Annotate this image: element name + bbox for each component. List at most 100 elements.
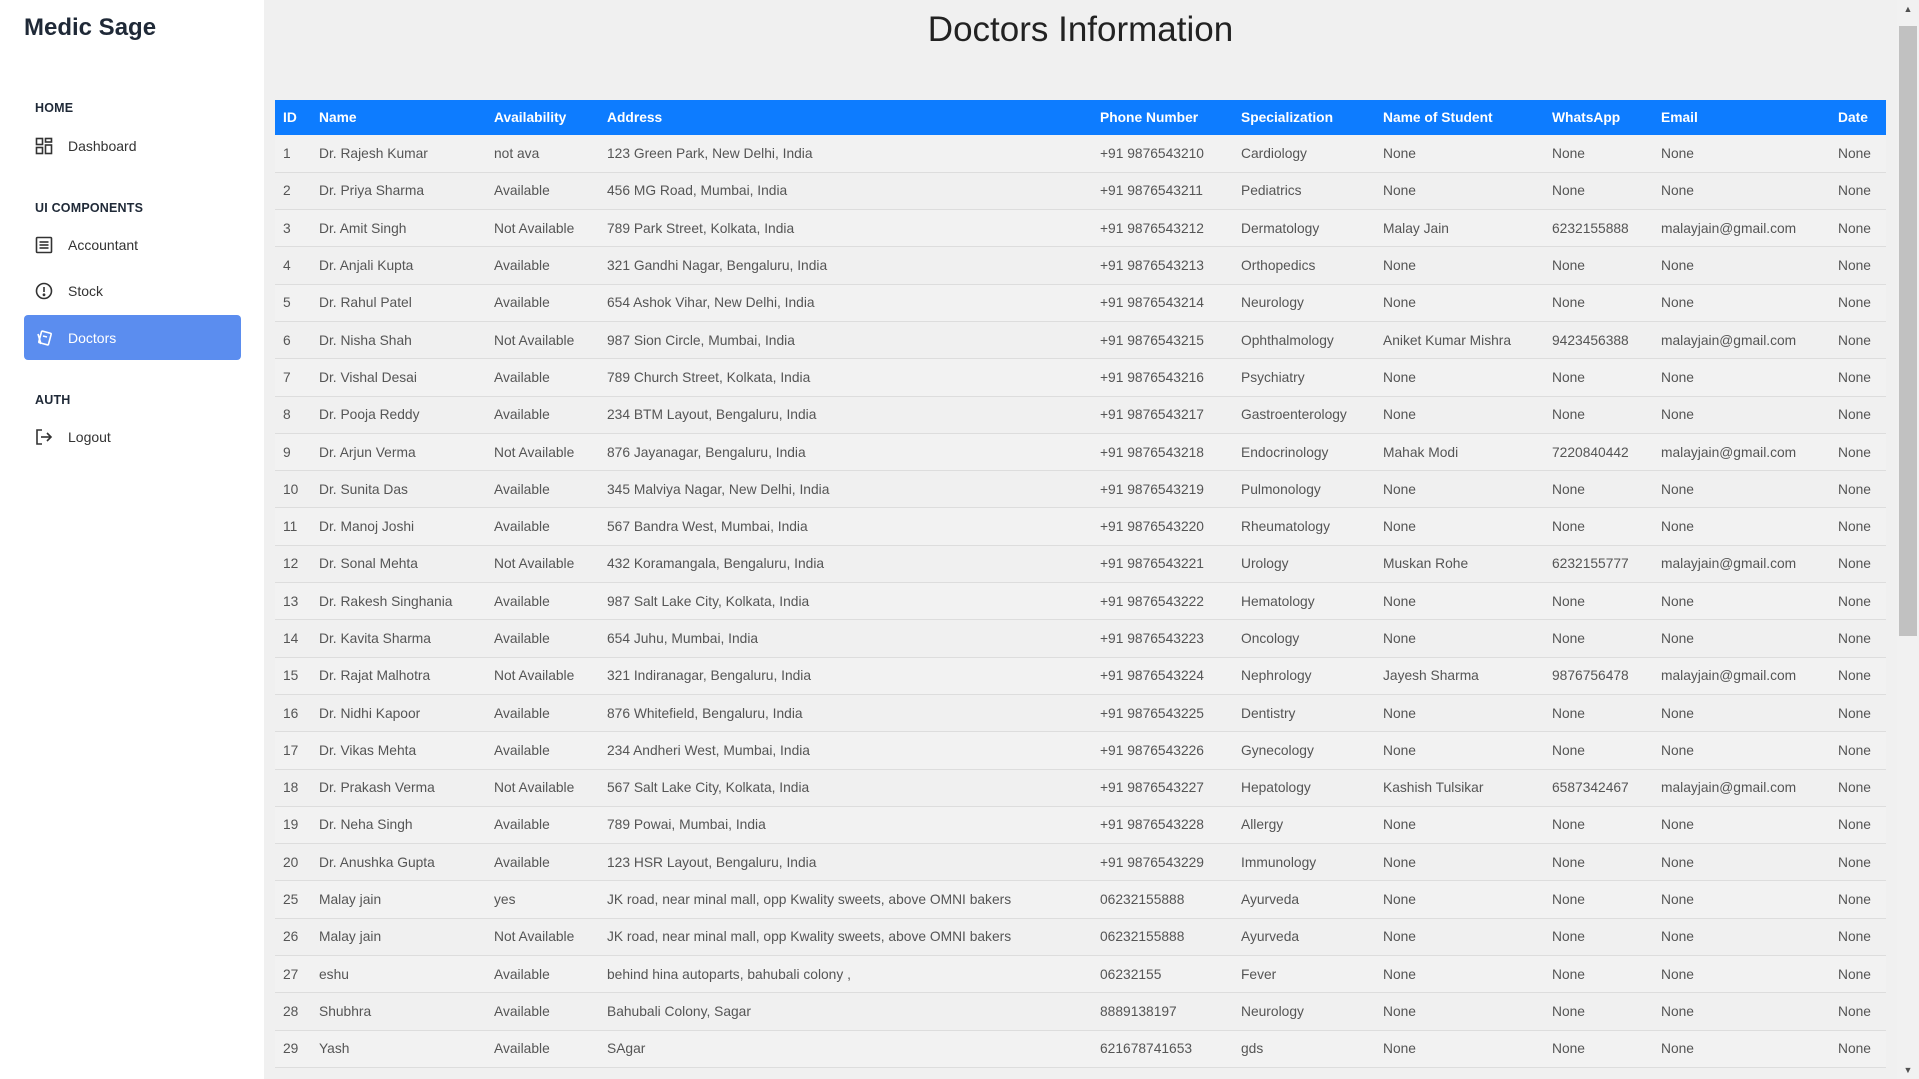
cell-id: 13: [275, 582, 311, 621]
cell-student: None: [1375, 731, 1544, 770]
cell-phone: +91 9876543210: [1092, 135, 1233, 173]
cell-specialization: Rheumatology: [1233, 507, 1375, 546]
cell-specialization: Hematology: [1233, 582, 1375, 621]
scrollbar-thumb[interactable]: [1899, 26, 1917, 636]
cell-student: None: [1375, 358, 1544, 397]
cell-address: 123 Green Park, New Delhi, India: [599, 135, 1092, 173]
cell-phone: +91 9876543211: [1092, 172, 1233, 211]
cell-date: None: [1830, 880, 1886, 919]
cell-availability: Available: [486, 992, 599, 1031]
column-header-student: Name of Student: [1383, 110, 1493, 125]
cell-phone: +91 9876543227: [1092, 769, 1233, 807]
cell-whatsapp: None: [1544, 582, 1653, 621]
cell-student: None: [1375, 843, 1544, 882]
cell-date: None: [1830, 433, 1886, 472]
cell-student: None: [1375, 992, 1544, 1031]
column-header-address: Address: [607, 110, 663, 125]
cell-availability: Available: [486, 507, 599, 546]
section-label-home: HOME: [35, 101, 74, 115]
cell-name: Dr. Anushka Gupta: [311, 843, 486, 882]
table-row: 9 Dr. Arjun Verma Not Available 876 Jayanag…: [275, 433, 1886, 472]
cell-student: None: [1375, 135, 1544, 173]
cell-availability: Available: [486, 470, 599, 509]
cell-date: None: [1830, 582, 1886, 621]
cell-address: 456 MG Road, Mumbai, India: [599, 172, 1092, 211]
cell-whatsapp: None: [1544, 358, 1653, 397]
cell-address: Bahubali Colony, Sagar: [599, 992, 1092, 1031]
sidebar-item-doctors[interactable]: Doctors: [24, 315, 241, 360]
sidebar-item-accountant[interactable]: Accountant: [24, 222, 241, 267]
cell-id: 27: [275, 955, 311, 994]
cell-name: Dr. Sunita Das: [311, 470, 486, 509]
sidebar-item-stock[interactable]: Stock: [24, 268, 241, 313]
table-row: 2 Dr. Priya Sharma Available 456 MG Road, M…: [275, 172, 1886, 211]
cell-student: None: [1375, 694, 1544, 733]
cell-student: Aniket Kumar Mishra: [1375, 321, 1544, 360]
cell-phone: 8889138197: [1092, 992, 1233, 1031]
scroll-up-arrow-icon[interactable]: ▲: [1897, 0, 1919, 18]
cell-phone: +91 9876543218: [1092, 433, 1233, 472]
cell-whatsapp: 9876756478: [1544, 657, 1653, 695]
cell-availability: not ava: [486, 135, 599, 173]
table-row: 18 Dr. Prakash Verma Not Available 567 Salt…: [275, 769, 1886, 807]
cell-email: None: [1653, 470, 1830, 509]
table-row: 6 Dr. Nisha Shah Not Available 987 Sion Cir…: [275, 321, 1886, 360]
table-body: 1 Dr. Rajesh Kumar not ava 123 Green Park, …: [275, 135, 1886, 1068]
cell-id: 1: [275, 135, 311, 173]
cell-student: None: [1375, 806, 1544, 845]
cell-id: 25: [275, 880, 311, 919]
cell-address: 789 Powai, Mumbai, India: [599, 806, 1092, 845]
cell-date: None: [1830, 657, 1886, 695]
cell-address: 234 BTM Layout, Bengaluru, India: [599, 396, 1092, 434]
cell-phone: +91 9876543221: [1092, 545, 1233, 584]
cell-address: 987 Salt Lake City, Kolkata, India: [599, 582, 1092, 621]
cell-name: Malay jain: [311, 880, 486, 919]
sidebar-item-label: Accountant: [68, 236, 139, 253]
cell-phone: +91 9876543229: [1092, 843, 1233, 882]
cell-email: None: [1653, 284, 1830, 322]
table-row: 20 Dr. Anushka Gupta Available 123 HSR Layo…: [275, 843, 1886, 882]
cell-email: malayjain@gmail.com: [1653, 209, 1830, 248]
sidebar-item-label: Logout: [68, 428, 111, 445]
table-row: 26 Malay jain Not Available JK road, near m…: [275, 918, 1886, 957]
cell-phone: +91 9876543217: [1092, 396, 1233, 434]
cell-phone: +91 9876543220: [1092, 507, 1233, 546]
cell-name: Dr. Arjun Verma: [311, 433, 486, 472]
table-row: 13 Dr. Rakesh Singhania Available 987 Salt …: [275, 582, 1886, 621]
cell-name: Dr. Priya Sharma: [311, 172, 486, 211]
sidebar-item-logout[interactable]: Logout: [24, 414, 241, 459]
cell-name: Dr. Rajat Malhotra: [311, 657, 486, 695]
cell-specialization: gds: [1233, 1030, 1375, 1068]
scrollbar[interactable]: ▲ ▼: [1897, 0, 1919, 1079]
cell-email: None: [1653, 1030, 1830, 1068]
sidebar-item-dashboard[interactable]: Dashboard: [24, 123, 241, 168]
section-label-ui-components: UI COMPONENTS: [35, 201, 144, 215]
cell-date: None: [1830, 1030, 1886, 1068]
cell-date: None: [1830, 209, 1886, 248]
cell-phone: +91 9876543213: [1092, 246, 1233, 285]
cell-name: Dr. Anjali Kupta: [311, 246, 486, 285]
cell-address: 321 Indiranagar, Bengaluru, India: [599, 657, 1092, 695]
table-header-row: ID Name Availability Address Phone Numbe…: [275, 100, 1886, 135]
cards-icon: [34, 328, 54, 348]
cell-phone: +91 9876543212: [1092, 209, 1233, 248]
cell-student: Kashish Tulsikar: [1375, 769, 1544, 807]
cell-name: Dr. Rajesh Kumar: [311, 135, 486, 173]
column-header-availability: Availability: [494, 110, 567, 125]
table-row: 14 Dr. Kavita Sharma Available 654 Juhu, Mu…: [275, 619, 1886, 658]
column-header-name: Name: [319, 110, 357, 125]
cell-student: Jayesh Sharma: [1375, 657, 1544, 695]
cell-whatsapp: None: [1544, 955, 1653, 994]
cell-email: None: [1653, 172, 1830, 211]
cell-email: None: [1653, 731, 1830, 770]
cell-specialization: Orthopedics: [1233, 246, 1375, 285]
cell-id: 10: [275, 470, 311, 509]
cell-date: None: [1830, 545, 1886, 584]
cell-student: None: [1375, 172, 1544, 211]
scroll-down-arrow-icon[interactable]: ▼: [1897, 1061, 1919, 1079]
cell-specialization: Endocrinology: [1233, 433, 1375, 472]
cell-name: Dr. Rahul Patel: [311, 284, 486, 322]
cell-date: None: [1830, 507, 1886, 546]
cell-specialization: Oncology: [1233, 619, 1375, 658]
cell-date: None: [1830, 470, 1886, 509]
